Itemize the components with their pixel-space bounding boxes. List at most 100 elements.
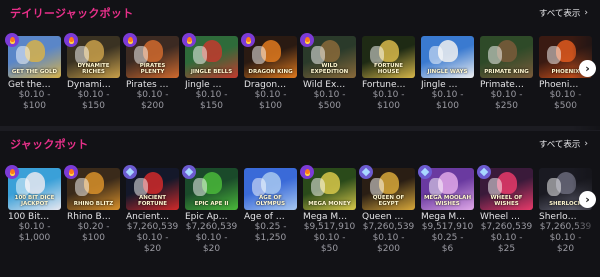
game-tile[interactable]: DRAGON KING Dragon… $0.10 - $100 — [241, 33, 297, 112]
thumbnail-logo: AGE OF OLYMPUS — [255, 195, 286, 207]
game-thumbnail[interactable]: JINGLE WAYS — [421, 36, 474, 78]
bet-line-1: $0.10 - — [313, 90, 346, 100]
thumbnail-art — [547, 178, 561, 196]
carousel-next-button[interactable]: › — [579, 60, 596, 77]
bet-line-2: $150 — [200, 101, 223, 111]
game-tile[interactable]: MEGA MONEY Mega M… $9,517,910 $0.10 - $50 — [300, 165, 356, 255]
game-name: Jingle … — [185, 80, 222, 90]
thumbnail-logo: DRAGON KING — [248, 68, 293, 75]
game-tile[interactable]: ANCIENT FORTUNE Ancient… $7,260,539 $0.10 -… — [123, 165, 179, 255]
game-tile[interactable]: EPIC APE II Epic Ap… $7,260,539 $0.10 - $20 — [182, 165, 238, 255]
fire-icon — [64, 165, 78, 179]
bet-line-1: $7,260,539 — [480, 222, 533, 232]
thumbnail-logo: RHINO BLITZ — [73, 200, 114, 207]
game-tile[interactable]: JINGLE BELLS Jingle … $0.10 - $150 — [182, 33, 238, 112]
gem-icon — [418, 165, 432, 179]
bet-line-1: $0.20 - — [77, 222, 110, 232]
bet-line-1: $0.10 - — [136, 90, 169, 100]
bet-line-2: $100 — [82, 233, 105, 243]
game-tile[interactable]: AGE OF OLYMPUS Age of … $0.25 - $1,250 — [244, 168, 297, 255]
section-title: ジャックポット — [10, 138, 89, 151]
fire-icon — [5, 33, 19, 47]
bet-line-1: $0.10 - — [431, 90, 464, 100]
bet-line-1: $7,260,539 — [362, 222, 415, 232]
game-tile[interactable]: GET THE GOLD Get the… $0.10 - $100 — [5, 33, 61, 112]
bet-line-1: $7,260,539 — [185, 222, 238, 232]
chevron-right-icon: › — [585, 62, 590, 75]
thumbnail-art — [311, 46, 325, 64]
game-name: Pirates … — [126, 80, 169, 90]
bet-line-1: $0.10 - — [490, 90, 523, 100]
game-tile[interactable]: DYNAMITE RICHES Dynami… $0.10 - $150 — [64, 33, 120, 112]
game-tile[interactable]: PIRATES PLENTY Pirates … $0.10 - $200 — [123, 33, 179, 112]
bet-line-1: $0.10 - — [18, 222, 51, 232]
thumbnail-logo: FORTUNE HOUSE — [374, 63, 403, 75]
bet-line-2: $1,250 — [254, 233, 287, 243]
bet-line-1: $7,260,539 — [539, 222, 592, 232]
game-name: Sherlo… — [539, 212, 577, 222]
bet-line-2: $0.10 - — [136, 233, 169, 243]
carousel-next-button[interactable]: › — [579, 191, 596, 208]
jackpot-section: ジャックポット すべて表示 › 100 BIT DICE JACKPOT 100 … — [0, 131, 600, 277]
bet-line-1: $7,260,539 — [126, 222, 179, 232]
game-tile[interactable]: QUEEN OF EGYPT Queen … $7,260,539 $0.10 - $2… — [359, 165, 415, 255]
game-carousel: 100 BIT DICE JACKPOT 100 Bit… $0.10 - $1,00… — [5, 165, 592, 255]
bet-line-3: $20 — [556, 244, 575, 254]
thumbnail-art — [370, 178, 384, 196]
thumbnail-art — [547, 46, 561, 64]
chevron-right-icon: › — [585, 193, 590, 206]
thumbnail-logo: PRIMATE KING — [484, 68, 529, 75]
bet-line-2: $100 — [23, 101, 46, 111]
see-all-link[interactable]: すべて表示 › — [539, 7, 588, 19]
bet-line-2: $100 — [377, 101, 400, 111]
bet-line-3: $20 — [202, 244, 221, 254]
bet-line-1: $0.10 - — [549, 90, 582, 100]
game-tile[interactable]: PRIMATE KING Primate… $0.10 - $250 — [480, 36, 533, 112]
game-name: 100 Bit… — [8, 212, 50, 222]
bet-line-3: $25 — [497, 244, 516, 254]
thumbnail-art — [134, 46, 148, 64]
see-all-link[interactable]: すべて表示 › — [539, 138, 588, 150]
fire-icon — [5, 165, 19, 179]
thumbnail-logo: QUEEN OF EGYPT — [372, 195, 405, 207]
game-tile[interactable]: FORTUNE HOUSE Fortune… $0.10 - $100 — [362, 36, 415, 112]
bet-line-1: $0.10 - — [18, 90, 51, 100]
bet-line-1: $0.10 - — [254, 90, 287, 100]
game-tile[interactable]: JINGLE WAYS Jingle … $0.10 - $100 — [421, 36, 474, 112]
thumbnail-art — [252, 46, 266, 64]
thumbnail-logo: JINGLE WAYS — [427, 68, 468, 75]
game-thumbnail[interactable]: AGE OF OLYMPUS — [244, 168, 297, 210]
fire-icon — [241, 33, 255, 47]
game-tile[interactable]: MEGA MOOLAH WISHES Mega M… $9,517,910 $0.25… — [418, 165, 474, 255]
bet-line-2: $150 — [82, 101, 105, 111]
thumbnail-art — [488, 46, 502, 64]
bet-line-2: $0.10 - — [372, 233, 405, 243]
thumbnail-logo: MEGA MOOLAH WISHES — [423, 195, 472, 207]
game-tile[interactable]: WHEEL OF WISHES Wheel … $7,260,539 $0.10 - $… — [477, 165, 533, 255]
game-thumbnail[interactable]: FORTUNE HOUSE — [362, 36, 415, 78]
bet-line-2: $0.10 - — [490, 233, 523, 243]
game-name: Age of … — [244, 212, 285, 222]
game-name: Jingle … — [421, 80, 458, 90]
game-tile[interactable]: 100 BIT DICE JACKPOT 100 Bit… $0.10 - $1,00… — [5, 165, 61, 255]
game-tile[interactable]: WILD EXPEDITION Wild Ex… $0.10 - $500 — [300, 33, 356, 112]
thumbnail-logo: JINGLE BELLS — [190, 68, 233, 75]
daily-jackpot-section: デイリージャックポット すべて表示 › GET THE GOLD Get the…… — [0, 0, 600, 130]
thumbnail-logo: ANCIENT FORTUNE — [138, 195, 167, 207]
game-thumbnail[interactable]: PRIMATE KING — [480, 36, 533, 78]
game-name: Wild Ex… — [303, 80, 346, 90]
game-tile[interactable]: SHERLOCK Sherlo… $7,260,539 $0.10 - $20 — [539, 168, 592, 255]
gem-icon — [477, 165, 491, 179]
bet-line-2: $0.10 - — [195, 233, 228, 243]
bet-line-2: $0.10 - — [313, 233, 346, 243]
thumbnail-art — [429, 178, 443, 196]
see-all-label: すべて表示 — [538, 9, 581, 19]
thumbnail-art — [75, 46, 89, 64]
thumbnail-logo: WILD EXPEDITION — [310, 63, 349, 75]
bet-line-2: $1,000 — [18, 233, 51, 243]
game-tile[interactable]: RHINO BLITZ Rhino B… $0.20 - $100 — [64, 165, 120, 255]
game-name: Fortune… — [362, 80, 406, 90]
bet-line-2: $250 — [495, 101, 518, 111]
section-title: デイリージャックポット — [10, 7, 134, 20]
game-name: Ancient… — [126, 212, 170, 222]
